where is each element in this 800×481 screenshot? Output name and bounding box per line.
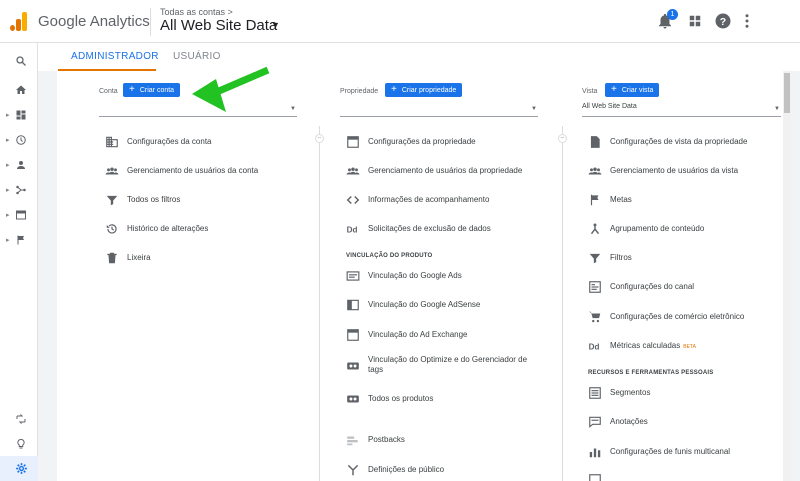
bars-icon <box>589 448 601 458</box>
postback-icon <box>347 436 358 446</box>
tab-usuario[interactable]: USUÁRIO <box>173 51 221 62</box>
svg-text:Dd: Dd <box>347 226 358 235</box>
window-icon <box>347 136 359 148</box>
header-divider <box>150 8 151 36</box>
breadcrumb[interactable]: Todas as contas > <box>160 7 233 17</box>
panel-scrollbar[interactable] <box>783 71 791 481</box>
dd-icon: Dd <box>589 343 600 352</box>
rail-behavior[interactable]: ▸ <box>0 205 38 227</box>
view-select[interactable]: All Web Site Data ▼ <box>582 103 781 117</box>
filter-icon <box>106 195 118 206</box>
home-icon <box>16 85 26 94</box>
rail-attribution[interactable] <box>0 409 38 431</box>
personal-tools-section-title: RECURSOS E FERRAMENTAS PESSOAIS <box>588 370 714 376</box>
property-column-label: Propriedade <box>340 88 379 95</box>
history-icon <box>106 224 117 234</box>
rail-discover[interactable] <box>0 434 38 456</box>
analytics-logo-icon[interactable] <box>10 11 28 31</box>
help-icon[interactable]: ? <box>714 12 732 30</box>
view-selector-title[interactable]: All Web Site Data <box>160 17 277 34</box>
view-select-caret-icon: ▼ <box>774 106 780 112</box>
property-select-caret-icon: ▼ <box>531 106 537 112</box>
ads-icon <box>346 271 360 281</box>
left-nav-rail: ▸ ▸ ▸ ▸ ▸ ▸ <box>0 43 38 481</box>
rail-conversions[interactable]: ▸ <box>0 230 38 252</box>
grouping-icon <box>590 223 600 235</box>
flag-icon <box>17 235 24 245</box>
create-account-button[interactable]: + Criar conta <box>123 83 181 97</box>
rail-acquisition[interactable]: ▸ <box>0 180 38 202</box>
document-icon <box>590 136 600 148</box>
segments-icon <box>589 387 601 399</box>
flag-icon <box>590 194 599 206</box>
column-divider-2 <box>562 126 563 481</box>
window-icon <box>347 329 359 341</box>
clock-icon <box>16 135 26 145</box>
document-icon <box>589 474 601 481</box>
account-select-caret-icon: ▼ <box>290 106 296 112</box>
dashboard-icon <box>16 110 26 120</box>
rail-home[interactable] <box>0 80 38 102</box>
create-view-button[interactable]: + Criar vista <box>605 83 660 97</box>
filter-icon <box>589 253 601 264</box>
rail-audience[interactable]: ▸ <box>0 155 38 177</box>
product-linking-section-title: VINCULAÇÃO DO PRODUTO <box>346 253 433 259</box>
admin-tabs: ADMINISTRADOR USUÁRIO <box>38 43 800 71</box>
app-name: Google Analytics <box>38 13 150 30</box>
rail-customization[interactable]: ▸ <box>0 105 38 127</box>
svg-text:?: ? <box>720 16 726 28</box>
building-icon <box>106 136 118 148</box>
apps-grid-icon[interactable] <box>686 12 704 30</box>
acquisition-icon <box>16 185 26 195</box>
column-divider-1 <box>319 126 320 481</box>
rail-realtime[interactable]: ▸ <box>0 130 38 152</box>
view-column-label: Vista <box>582 88 598 95</box>
top-header: Google Analytics Todas as contas > All W… <box>0 0 800 43</box>
svg-text:Dd: Dd <box>589 343 600 352</box>
cart-icon <box>589 311 601 323</box>
people-icon <box>346 167 360 175</box>
view-selector-caret-icon[interactable]: ▼ <box>271 20 280 30</box>
rail-admin[interactable] <box>0 458 38 480</box>
create-property-button[interactable]: + Criar propriedade <box>385 83 463 97</box>
account-column-label: Conta <box>99 88 118 95</box>
gear-icon <box>16 463 27 474</box>
search-icon <box>16 56 26 66</box>
code-icon <box>346 195 360 205</box>
link-icon <box>347 395 359 403</box>
dd-icon: Dd <box>347 226 358 235</box>
beta-badge: BETA <box>683 344 696 350</box>
trash-icon <box>107 252 117 264</box>
account-property-connector-icon: ⇔ <box>315 134 324 143</box>
tab-administrador[interactable]: ADMINISTRADOR <box>71 51 159 62</box>
link-icon <box>347 362 359 370</box>
admin-panel: Conta + Criar conta ▼ Configurações da co… <box>57 71 791 481</box>
scrollbar-thumb[interactable] <box>784 73 790 113</box>
green-arrow-icon <box>192 66 270 112</box>
more-vert-icon[interactable] <box>738 12 756 30</box>
annotation-icon <box>589 416 601 428</box>
attribution-icon <box>16 414 26 424</box>
adsense-icon <box>347 299 359 311</box>
behavior-icon <box>16 210 26 220</box>
person-icon <box>17 161 25 169</box>
channel-icon <box>589 281 601 293</box>
audience-icon <box>347 464 359 476</box>
people-icon <box>105 167 119 175</box>
rail-search[interactable] <box>0 51 38 73</box>
people-icon <box>588 167 602 175</box>
notification-badge: 1 <box>667 9 678 20</box>
property-view-connector-icon: ⇔ <box>558 134 567 143</box>
lightbulb-icon <box>17 438 25 449</box>
property-select[interactable]: ▼ <box>340 103 538 117</box>
